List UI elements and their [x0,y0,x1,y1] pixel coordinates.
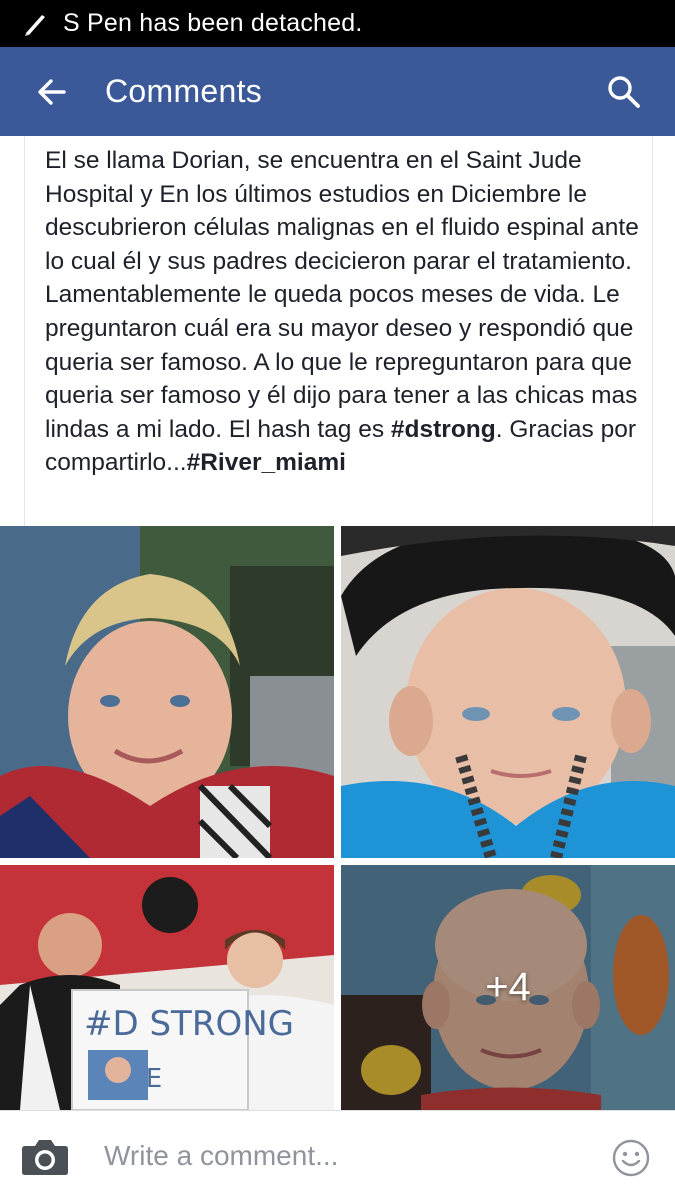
photo-1-image [0,526,334,858]
arrow-left-icon[interactable] [34,74,70,110]
smiley-icon[interactable] [612,1139,650,1177]
photo-3[interactable]: #D STRONG WE [0,865,334,1110]
sign-text: #D STRONG [84,1004,294,1044]
post-text-body: El se llama Dorian, se encuentra en el S… [45,147,639,443]
photo-4-more[interactable]: +4 [341,865,675,1110]
photo-3-image: #D STRONG WE [0,865,334,1110]
more-photos-count: +4 [485,965,531,1009]
photo-grid: #D STRONG WE +4 [0,526,675,1110]
photo-1[interactable] [0,526,334,858]
search-icon[interactable] [606,74,642,110]
photo-2[interactable] [341,526,675,858]
page-title: Comments [105,73,263,109]
status-bar: S Pen has been detached. [0,0,675,47]
comment-composer [0,1110,675,1201]
post-card: El se llama Dorian, se encuentra en el S… [24,136,653,526]
post-text: El se llama Dorian, se encuentra en el S… [45,144,645,480]
hashtag-river-miami[interactable]: #River_miami [187,449,346,476]
status-notification-text: S Pen has been detached. [63,9,363,37]
camera-icon[interactable] [21,1136,69,1176]
comment-input[interactable] [104,1133,584,1179]
photo-2-image [341,526,675,858]
app-bar: Comments [0,47,675,136]
pen-icon [25,14,45,36]
hashtag-dstrong[interactable]: #dstrong [391,416,496,443]
